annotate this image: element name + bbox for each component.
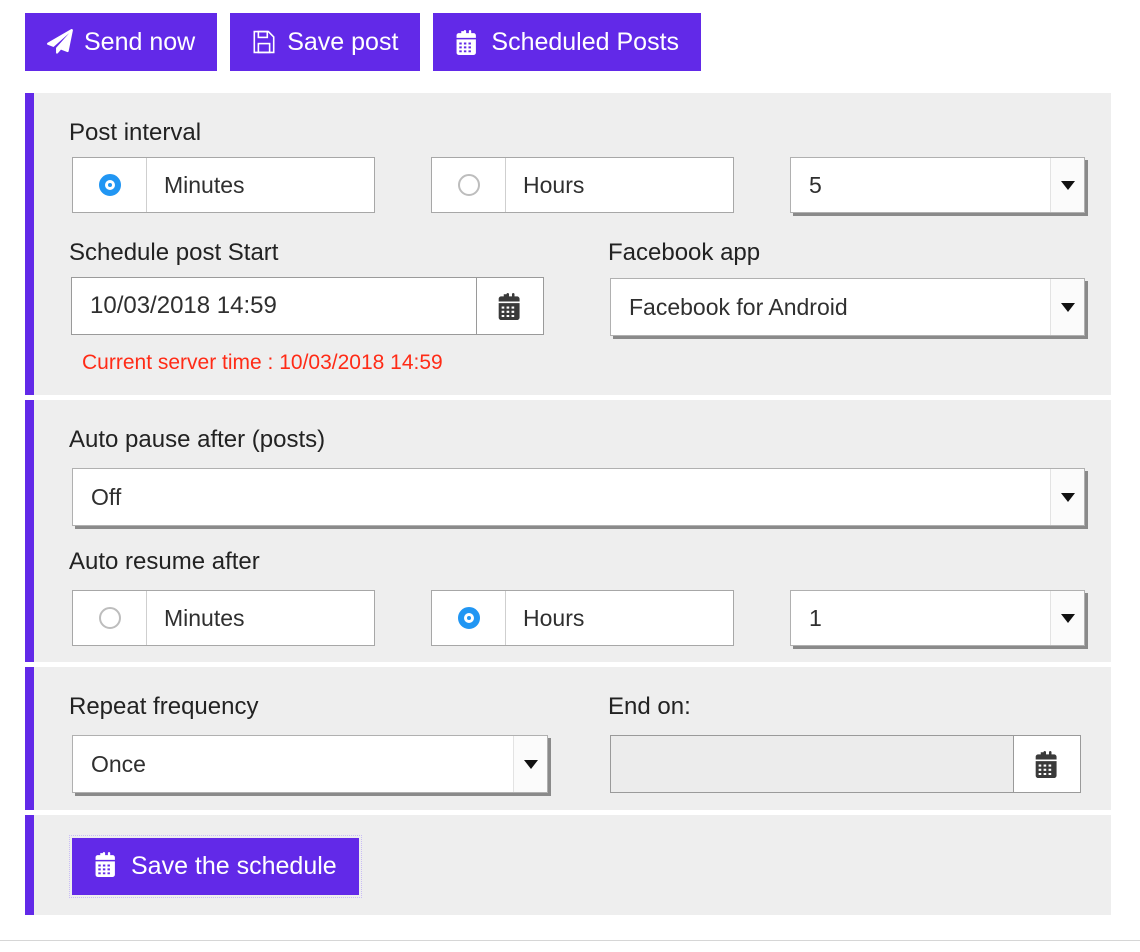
chevron-down-icon [1050, 469, 1084, 525]
repeat-frequency-title: Repeat frequency [69, 695, 258, 719]
auto-resume-minutes-radio[interactable] [73, 591, 147, 645]
schedule-post-start-input[interactable]: 10/03/2018 14:59 [71, 277, 476, 335]
radio-unselected-icon [99, 607, 121, 629]
chevron-down-icon [1050, 591, 1084, 645]
auto-pause-title: Auto pause after (posts) [69, 428, 325, 452]
page-bottom-divider [0, 940, 1140, 941]
scheduled-posts-button[interactable]: Scheduled Posts [433, 13, 701, 71]
post-interval-hours-option[interactable]: Hours [431, 157, 734, 213]
repeat-frequency-select[interactable]: Once [72, 735, 548, 793]
auto-resume-hours-label: Hours [506, 591, 733, 645]
auto-resume-amount-value: 1 [791, 605, 1050, 632]
post-interval-amount-value: 5 [791, 172, 1050, 199]
post-interval-minutes-label: Minutes [147, 158, 374, 212]
save-schedule-panel: Save the schedule [25, 815, 1111, 915]
post-interval-title: Post interval [69, 121, 201, 145]
end-on-label: End on: [608, 695, 691, 719]
post-interval-hours-radio[interactable] [432, 158, 506, 212]
save-post-button[interactable]: Save post [230, 13, 420, 71]
post-interval-minutes-radio[interactable] [73, 158, 147, 212]
send-now-label: Send now [84, 30, 195, 55]
post-interval-minutes-option[interactable]: Minutes [72, 157, 375, 213]
auto-pause-value: Off [73, 484, 1050, 511]
auto-resume-hours-option[interactable]: Hours [431, 590, 734, 646]
facebook-app-select[interactable]: Facebook for Android [610, 278, 1085, 336]
chevron-down-icon [1050, 158, 1084, 212]
repeat-frequency-value: Once [73, 751, 513, 778]
facebook-app-value: Facebook for Android [611, 294, 1050, 321]
schedule-post-start-calendar-button[interactable] [476, 277, 544, 335]
facebook-app-label: Facebook app [608, 241, 760, 265]
top-toolbar: Send now Save post Scheduled Posts [25, 13, 701, 71]
paper-plane-icon [47, 29, 73, 55]
scheduler-page: Send now Save post Scheduled Posts [0, 0, 1140, 952]
post-interval-amount-select[interactable]: 5 [790, 157, 1085, 213]
calendar-icon [1034, 751, 1061, 778]
save-post-label: Save post [287, 30, 398, 55]
floppy-disk-icon [252, 30, 276, 54]
post-interval-hours-label: Hours [506, 158, 733, 212]
auto-pause-panel: Auto pause after (posts) Off Auto resume… [25, 400, 1111, 662]
calendar-icon [497, 293, 524, 320]
repeat-frequency-panel: Repeat frequency Once End on: [25, 667, 1111, 810]
auto-resume-amount-select[interactable]: 1 [790, 590, 1085, 646]
save-the-schedule-button[interactable]: Save the schedule [72, 838, 359, 895]
auto-resume-label: Auto resume after [69, 550, 260, 574]
calendar-icon [455, 30, 480, 55]
schedule-post-start-label: Schedule post Start [69, 241, 278, 265]
end-on-field [610, 735, 1081, 793]
schedule-post-start-field: 10/03/2018 14:59 [71, 277, 544, 335]
post-interval-panel: Post interval Minutes Hours 5 [25, 93, 1111, 395]
end-on-calendar-button[interactable] [1013, 735, 1081, 793]
current-server-time: Current server time : 10/03/2018 14:59 [82, 351, 443, 375]
auto-resume-hours-radio[interactable] [432, 591, 506, 645]
calendar-icon [94, 852, 119, 882]
radio-selected-icon [458, 607, 480, 629]
auto-resume-minutes-option[interactable]: Minutes [72, 590, 375, 646]
end-on-input[interactable] [610, 735, 1013, 793]
scheduled-posts-label: Scheduled Posts [491, 30, 679, 55]
auto-pause-select[interactable]: Off [72, 468, 1085, 526]
save-the-schedule-label: Save the schedule [131, 854, 337, 879]
chevron-down-icon [1050, 279, 1084, 335]
radio-unselected-icon [458, 174, 480, 196]
send-now-button[interactable]: Send now [25, 13, 217, 71]
radio-selected-icon [99, 174, 121, 196]
auto-resume-minutes-label: Minutes [147, 591, 374, 645]
chevron-down-icon [513, 736, 547, 792]
